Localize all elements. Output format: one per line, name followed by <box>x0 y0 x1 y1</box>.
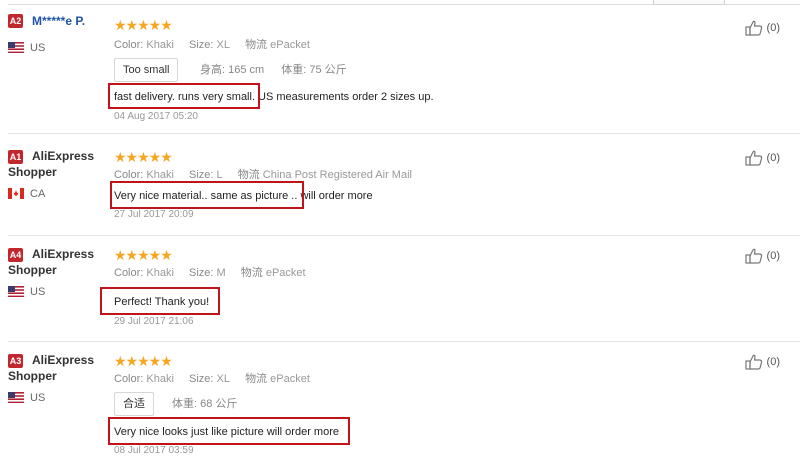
color-label: Color: <box>114 169 144 181</box>
helpful-count: (0) <box>766 22 780 34</box>
helpful-count: (0) <box>766 356 780 368</box>
us-flag-icon <box>8 391 24 403</box>
body-measurements: 身高: 165 cm 体重: 75 公斤 <box>200 59 361 81</box>
weight-value: 75 公斤 <box>309 64 347 76</box>
color-label: Color: <box>114 373 144 385</box>
buyer-name[interactable]: M*****e P. <box>32 13 85 29</box>
color-label: Color: <box>114 39 144 51</box>
highlight-box <box>110 181 304 209</box>
helpful-button[interactable]: (0) <box>745 248 780 264</box>
buyer-level-badge: A2 <box>8 14 23 28</box>
rating-stars: ★★★★★ <box>114 17 173 33</box>
weight-label: 体重: <box>281 64 307 76</box>
country-code: US <box>30 286 46 298</box>
color-value: Khaki <box>146 39 174 51</box>
pagination-tab[interactable] <box>653 0 725 5</box>
buyer-name-line1: AliExpress <box>32 247 95 261</box>
shipping-value: ePacket <box>270 39 310 51</box>
height-label: 身高: <box>200 64 226 76</box>
buyer-name[interactable]: AliExpress Shopper <box>8 148 122 180</box>
top-rule <box>0 0 800 6</box>
size-value: XL <box>216 39 230 51</box>
shipping-label: 物流 <box>237 169 260 181</box>
country-code: US <box>30 42 46 54</box>
size-label: Size: <box>189 169 214 181</box>
shipping-value: ePacket <box>270 373 310 385</box>
review-item: A4 AliExpress Shopper US ★★★★★ Color: Kh… <box>8 236 800 342</box>
helpful-button[interactable]: (0) <box>745 354 780 370</box>
review-item: A3 AliExpress Shopper US ★★★★★ Color: Kh… <box>8 342 800 464</box>
color-value: Khaki <box>146 373 174 385</box>
buyer-name-line2: Shopper <box>8 369 57 383</box>
size-value: XL <box>216 373 230 385</box>
shipping-value: China Post Registered Air Mail <box>262 169 412 181</box>
country-code: US <box>30 392 46 404</box>
color-value: Khaki <box>146 267 174 279</box>
buyer-name[interactable]: AliExpress Shopper <box>8 352 122 384</box>
shipping-value: ePacket <box>265 267 306 279</box>
color-value: Khaki <box>146 169 174 181</box>
size-value: L <box>216 169 223 181</box>
highlight-box <box>108 83 260 109</box>
sku-info: Color: Khaki Size: XL 物流 ePacket <box>114 372 322 386</box>
review-item: A2 M*****e P. US ★★★★★ Color: Khaki Size… <box>8 14 800 134</box>
highlight-box <box>108 417 350 445</box>
sku-info: Color: Khaki Size: M 物流 ePacket <box>114 266 318 280</box>
buyer-name-line1: AliExpress <box>32 353 95 367</box>
body-measurements: 体重: 68 公斤 <box>172 393 251 415</box>
buyer-name[interactable]: AliExpress Shopper <box>8 246 122 278</box>
rating-stars: ★★★★★ <box>114 247 173 263</box>
review-date: 04 Aug 2017 05:20 <box>114 111 198 122</box>
shipping-label: 物流 <box>245 39 268 51</box>
review-date: 29 Jul 2017 21:06 <box>114 316 194 327</box>
buyer-name-line1: AliExpress <box>32 149 95 163</box>
size-label: Size: <box>189 267 214 279</box>
size-label: Size: <box>189 373 214 385</box>
buyer-level-badge: A1 <box>8 150 23 164</box>
ca-flag-icon <box>8 187 24 199</box>
buyer-level-badge: A3 <box>8 354 23 368</box>
country-code: CA <box>30 188 46 200</box>
helpful-count: (0) <box>766 152 780 164</box>
buyer-country: US <box>8 41 45 55</box>
us-flag-icon <box>8 41 24 53</box>
shipping-label: 物流 <box>240 267 263 279</box>
rating-stars: ★★★★★ <box>114 149 173 165</box>
thumbs-up-icon <box>745 354 763 370</box>
size-value: M <box>216 267 226 279</box>
review-divider <box>8 133 800 134</box>
sku-info: Color: Khaki Size: L 物流 China Post Regis… <box>114 168 424 182</box>
helpful-button[interactable]: (0) <box>745 150 780 166</box>
thumbs-up-icon <box>745 20 763 36</box>
buyer-level-badge: A4 <box>8 248 23 262</box>
color-label: Color: <box>114 267 144 279</box>
buyer-country: US <box>8 285 45 299</box>
buyer-country: US <box>8 391 45 405</box>
review-date: 08 Jul 2017 03:59 <box>114 445 194 456</box>
review-item: A1 AliExpress Shopper CA ★★★★★ Color: Kh… <box>8 138 800 236</box>
fit-tag: Too small <box>114 58 179 82</box>
height-value: 165 cm <box>228 64 265 76</box>
weight-value: 68 公斤 <box>200 398 238 410</box>
us-flag-icon <box>8 285 24 297</box>
review-date: 27 Jul 2017 20:09 <box>114 209 194 220</box>
fit-tag: 合适 <box>114 392 154 416</box>
shipping-label: 物流 <box>245 373 268 385</box>
buyer-name-line2: Shopper <box>8 165 57 179</box>
rating-stars: ★★★★★ <box>114 353 173 369</box>
sku-info: Color: Khaki Size: XL 物流 ePacket <box>114 38 322 52</box>
helpful-button[interactable]: (0) <box>745 20 780 36</box>
thumbs-up-icon <box>745 150 763 166</box>
size-label: Size: <box>189 39 214 51</box>
weight-label: 体重: <box>172 398 198 410</box>
highlight-box <box>100 287 220 315</box>
thumbs-up-icon <box>745 248 763 264</box>
helpful-count: (0) <box>766 250 780 262</box>
buyer-name-line2: Shopper <box>8 263 57 277</box>
buyer-country: CA <box>8 187 45 201</box>
